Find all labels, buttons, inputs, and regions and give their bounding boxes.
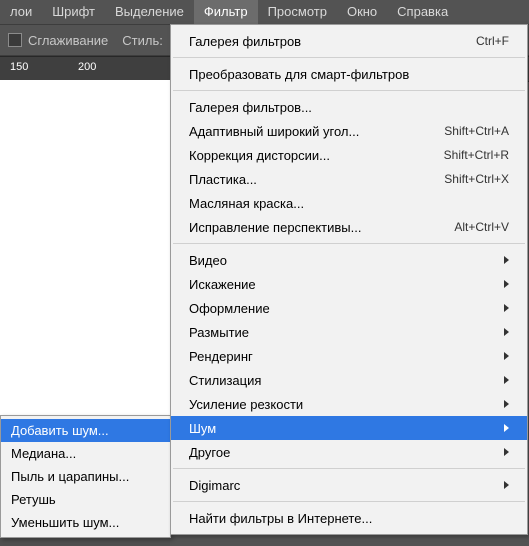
filter-video-label: Видео — [189, 253, 504, 268]
antialias-checkbox[interactable] — [8, 33, 22, 47]
menu-window[interactable]: Окно — [337, 0, 387, 24]
filter-dropdown: Галерея фильтров Ctrl+F Преобразовать дл… — [170, 24, 528, 535]
filter-adaptive-wide[interactable]: Адаптивный широкий угол... Shift+Ctrl+A — [171, 119, 527, 143]
ruler-tick-200: 200 — [78, 61, 96, 73]
separator — [173, 90, 525, 91]
menu-filter[interactable]: Фильтр — [194, 0, 258, 24]
filter-liquify-shortcut: Shift+Ctrl+X — [444, 172, 509, 186]
filter-oil-paint-label: Масляная краска... — [189, 196, 509, 211]
filter-adaptive-wide-shortcut: Shift+Ctrl+A — [444, 124, 509, 138]
canvas-bottom-edge — [0, 538, 170, 546]
separator — [173, 57, 525, 58]
filter-liquify-label: Пластика... — [189, 172, 434, 187]
submenu-arrow-icon — [504, 304, 509, 312]
submenu-despeckle[interactable]: Ретушь — [1, 488, 170, 511]
filter-last-gallery-shortcut: Ctrl+F — [476, 34, 509, 48]
submenu-arrow-icon — [504, 376, 509, 384]
menu-help[interactable]: Справка — [387, 0, 458, 24]
filter-oil-paint[interactable]: Масляная краска... — [171, 191, 527, 215]
filter-browse-online-label: Найти фильтры в Интернете... — [189, 511, 509, 526]
filter-blur[interactable]: Размытие — [171, 320, 527, 344]
filter-noise-label: Шум — [189, 421, 504, 436]
separator — [173, 243, 525, 244]
menu-view[interactable]: Просмотр — [258, 0, 337, 24]
filter-noise[interactable]: Шум — [171, 416, 527, 440]
filter-render-label: Рендеринг — [189, 349, 504, 364]
filter-sharpen-label: Усиление резкости — [189, 397, 504, 412]
filter-last-gallery[interactable]: Галерея фильтров Ctrl+F — [171, 29, 527, 53]
filter-gallery-label: Галерея фильтров... — [189, 100, 509, 115]
separator — [173, 468, 525, 469]
filter-last-gallery-label: Галерея фильтров — [189, 34, 466, 49]
filter-vanishing-point-shortcut: Alt+Ctrl+V — [454, 220, 509, 234]
ruler-tick-150: 150 — [10, 61, 28, 73]
submenu-arrow-icon — [504, 481, 509, 489]
filter-video[interactable]: Видео — [171, 248, 527, 272]
filter-convert-smart-label: Преобразовать для смарт-фильтров — [189, 67, 509, 82]
submenu-arrow-icon — [504, 256, 509, 264]
submenu-dust-scratches[interactable]: Пыль и царапины... — [1, 465, 170, 488]
antialias-label: Сглаживание — [28, 33, 108, 48]
submenu-arrow-icon — [504, 448, 509, 456]
style-label: Стиль: — [122, 33, 163, 48]
filter-vanishing-point-label: Исправление перспективы... — [189, 220, 444, 235]
submenu-arrow-icon — [504, 400, 509, 408]
filter-sharpen[interactable]: Усиление резкости — [171, 392, 527, 416]
filter-browse-online[interactable]: Найти фильтры в Интернете... — [171, 506, 527, 530]
submenu-arrow-icon — [504, 280, 509, 288]
filter-liquify[interactable]: Пластика... Shift+Ctrl+X — [171, 167, 527, 191]
submenu-reduce-noise[interactable]: Уменьшить шум... — [1, 511, 170, 534]
filter-convert-smart[interactable]: Преобразовать для смарт-фильтров — [171, 62, 527, 86]
filter-digimarc-label: Digimarc — [189, 478, 504, 493]
menu-select[interactable]: Выделение — [105, 0, 194, 24]
filter-render[interactable]: Рендеринг — [171, 344, 527, 368]
filter-stylize-label: Стилизация — [189, 373, 504, 388]
filter-lens-correction-label: Коррекция дисторсии... — [189, 148, 434, 163]
noise-submenu: Добавить шум... Медиана... Пыль и царапи… — [0, 415, 171, 538]
filter-lens-correction[interactable]: Коррекция дисторсии... Shift+Ctrl+R — [171, 143, 527, 167]
menu-layers[interactable]: лои — [0, 0, 42, 24]
filter-pixelate[interactable]: Оформление — [171, 296, 527, 320]
filter-distort[interactable]: Искажение — [171, 272, 527, 296]
submenu-add-noise[interactable]: Добавить шум... — [1, 419, 170, 442]
filter-vanishing-point[interactable]: Исправление перспективы... Alt+Ctrl+V — [171, 215, 527, 239]
menu-font[interactable]: Шрифт — [42, 0, 105, 24]
filter-stylize[interactable]: Стилизация — [171, 368, 527, 392]
filter-blur-label: Размытие — [189, 325, 504, 340]
filter-gallery[interactable]: Галерея фильтров... — [171, 95, 527, 119]
submenu-arrow-icon — [504, 352, 509, 360]
filter-distort-label: Искажение — [189, 277, 504, 292]
filter-other[interactable]: Другое — [171, 440, 527, 464]
filter-other-label: Другое — [189, 445, 504, 460]
menubar: лои Шрифт Выделение Фильтр Просмотр Окно… — [0, 0, 529, 25]
submenu-arrow-icon — [504, 328, 509, 336]
filter-pixelate-label: Оформление — [189, 301, 504, 316]
filter-digimarc[interactable]: Digimarc — [171, 473, 527, 497]
separator — [173, 501, 525, 502]
filter-lens-correction-shortcut: Shift+Ctrl+R — [444, 148, 509, 162]
submenu-median[interactable]: Медиана... — [1, 442, 170, 465]
filter-adaptive-wide-label: Адаптивный широкий угол... — [189, 124, 434, 139]
submenu-arrow-icon — [504, 424, 509, 432]
